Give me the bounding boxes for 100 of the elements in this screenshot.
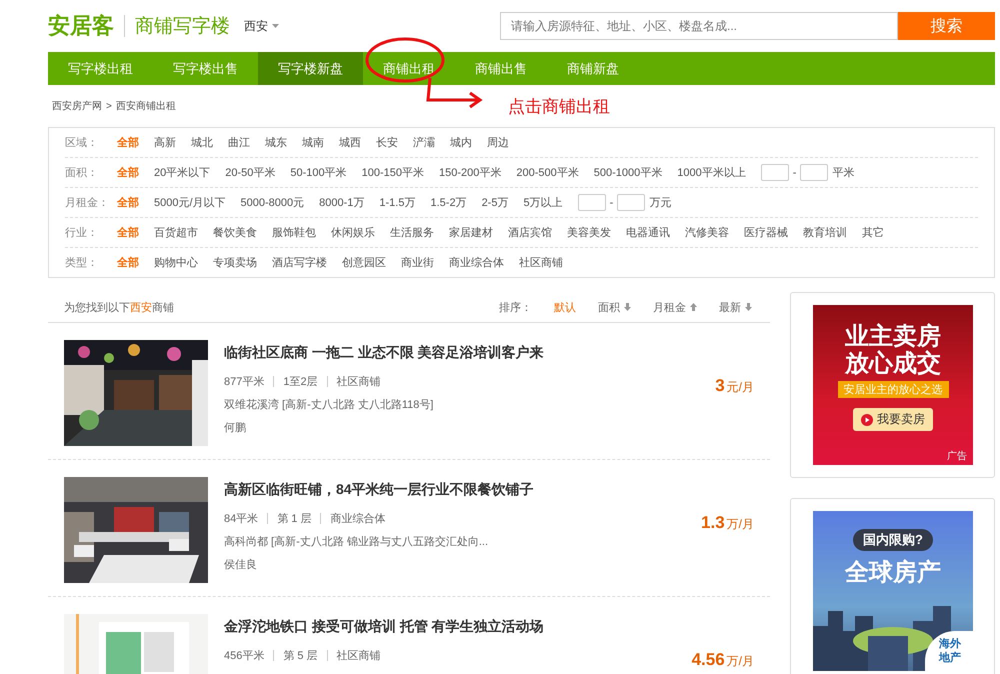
sort-option[interactable]: 最新 — [719, 300, 752, 314]
breadcrumb-separator: > — [106, 100, 112, 112]
agent-name: 何鹏 — [224, 421, 247, 435]
site-name: 商铺写字楼 — [135, 15, 230, 39]
listing-price: 1.3 万/月 — [701, 513, 754, 533]
filter-option[interactable]: 城东 — [265, 135, 287, 150]
filter-option[interactable]: 5000元/月以下 — [154, 195, 226, 210]
filter-label: 月租金： — [65, 196, 110, 210]
listing-detail: 第 5 层 — [283, 649, 318, 663]
play-icon — [861, 414, 873, 426]
filter-option[interactable]: 酒店写字楼 — [272, 255, 327, 270]
filter-option[interactable]: 餐饮美食 — [213, 225, 257, 240]
filter-option[interactable]: 医疗器械 — [744, 225, 788, 240]
listing-detail: 第 1 层 — [277, 512, 312, 526]
listing-detail: 商业综合体 — [330, 512, 386, 526]
listing-price: 4.56 万/月 — [692, 650, 754, 670]
range-max-field[interactable] — [617, 194, 646, 211]
agent-name: 侯佳良 — [224, 558, 258, 572]
results-summary: 为您找到以下西安商铺 — [64, 300, 174, 314]
range-min-field[interactable] — [760, 164, 789, 181]
filter-option[interactable]: 教育培训 — [803, 225, 847, 240]
ad-headline: 全球房产 — [845, 559, 941, 586]
ad-corner-label: 海外地产 — [925, 631, 973, 671]
city-selector[interactable]: 西安 — [244, 18, 279, 34]
filter-option[interactable]: 20-50平米 — [225, 165, 276, 180]
listing-detail: 456平米 — [224, 649, 264, 663]
filter-option[interactable]: 专项卖场 — [213, 255, 257, 270]
sort-option[interactable]: 月租金 — [653, 300, 697, 314]
ad-label: 广告 — [947, 450, 967, 463]
range-separator: - — [610, 196, 614, 208]
filter-option[interactable]: 汽修美容 — [685, 225, 729, 240]
filter-option[interactable]: 100-150平米 — [362, 165, 424, 180]
ad-banner[interactable]: 业主卖房 放心成交 安居业主的放心之选 我要卖房 广告 — [813, 305, 973, 465]
filter-option[interactable]: 城内 — [450, 135, 472, 150]
filter-option[interactable]: 城西 — [339, 135, 361, 150]
listing-detail: 社区商铺 — [336, 374, 381, 389]
filter-option[interactable]: 1-1.5万 — [379, 195, 416, 210]
search-field[interactable]: 请输入房源特征、地址、小区、楼盘名成... — [500, 12, 898, 40]
filter-option[interactable]: 其它 — [862, 225, 884, 240]
filter-label: 行业： — [65, 226, 99, 240]
ad-headline: 放心成交 — [845, 350, 941, 377]
listing-detail: 1至2层 — [283, 375, 318, 389]
ad-button[interactable]: 我要卖房 — [853, 408, 933, 431]
filter-option[interactable]: 1000平米以上 — [677, 165, 746, 180]
range-unit: 万元 — [649, 196, 672, 210]
filter-option[interactable]: 城南 — [302, 135, 324, 150]
listing-detail: 877平米 — [224, 375, 264, 389]
filter-option[interactable]: 酒店宾馆 — [508, 225, 552, 240]
filter-option[interactable]: 休闲娱乐 — [331, 225, 375, 240]
filter-label: 面积： — [65, 166, 99, 180]
filter-option[interactable]: 50-100平米 — [290, 165, 347, 180]
filter-label: 类型： — [65, 256, 99, 270]
filter-option[interactable]: 商业综合体 — [449, 255, 504, 270]
listing-detail: 84平米 — [224, 512, 258, 526]
range-max-field[interactable] — [800, 164, 828, 181]
filter-option[interactable]: 商业街 — [401, 255, 434, 270]
filter-option[interactable]: 创意园区 — [342, 255, 386, 270]
filter-option[interactable]: 生活服务 — [390, 225, 434, 240]
filter-option[interactable]: 5万以上 — [523, 195, 563, 210]
filter-option[interactable]: 2-5万 — [482, 195, 508, 210]
listing-title[interactable]: 临街社区底商 一拖二 业态不限 美容足浴培训客户来 — [224, 344, 716, 362]
filter-option[interactable]: 电器通讯 — [626, 225, 670, 240]
range-min-field[interactable] — [578, 194, 606, 211]
filter-option[interactable]: 500-1000平米 — [594, 165, 662, 180]
filter-option[interactable]: 服饰鞋包 — [272, 225, 316, 240]
ad-headline: 业主卖房 — [845, 323, 941, 350]
listing-detail: 社区商铺 — [336, 648, 381, 663]
annotation-text: 点击商铺出租 — [508, 96, 610, 118]
filter-option[interactable]: 城北 — [191, 135, 213, 150]
filter-option[interactable]: 高新 — [154, 135, 176, 150]
breadcrumb-link[interactable]: 西安商铺出租 — [116, 99, 176, 113]
filter-option[interactable]: 长安 — [376, 135, 398, 150]
listing-address: 高科尚都 [高新-丈八北路 锦业路与丈八五路交汇处向... — [224, 534, 489, 549]
range-separator: - — [792, 166, 796, 178]
listing-address: 双维花溪湾 [高新-丈八北路 丈八北路118号] — [224, 398, 434, 412]
sort-option[interactable]: 面积 — [598, 300, 631, 314]
listing-price: 3 元/月 — [715, 376, 754, 396]
filter-option[interactable]: 20平米以下 — [154, 165, 210, 180]
ad-tagline: 安居业主的放心之选 — [838, 381, 948, 398]
filter-option[interactable]: 1.5-2万 — [430, 195, 467, 210]
nav-tab[interactable]: 写字楼新盘 — [258, 52, 363, 85]
sort-label: 排序： — [499, 300, 532, 314]
listing-title[interactable]: 金浮沱地铁口 接受可做培训 托管 有学生独立活动场 — [224, 618, 692, 636]
filter-option[interactable]: 150-200平米 — [439, 165, 502, 180]
filter-option[interactable]: 家居建材 — [449, 225, 493, 240]
filter-option[interactable]: 曲江 — [228, 135, 250, 150]
filter-option[interactable]: 社区商铺 — [519, 255, 563, 270]
range-unit: 平米 — [832, 166, 854, 180]
filter-option[interactable]: 周边 — [487, 135, 509, 150]
filter-option[interactable]: 200-500平米 — [516, 165, 579, 180]
breadcrumb-link[interactable]: 西安房产网 — [52, 99, 102, 113]
filter-label: 区域： — [65, 136, 99, 150]
filter-option[interactable]: 百货超市 — [154, 225, 198, 240]
ad-banner[interactable]: 国内限购? 全球房产 海外地产 — [813, 511, 973, 671]
listing-title[interactable]: 高新区临街旺铺，84平米纯一层行业不限餐饮铺子 — [224, 481, 702, 499]
filter-option[interactable]: 5000-8000元 — [240, 195, 304, 210]
filter-option[interactable]: 浐灞 — [413, 135, 435, 150]
filter-option[interactable]: 美容美发 — [567, 225, 611, 240]
filter-option[interactable]: 8000-1万 — [319, 195, 364, 210]
filter-option[interactable]: 购物中心 — [154, 255, 198, 270]
